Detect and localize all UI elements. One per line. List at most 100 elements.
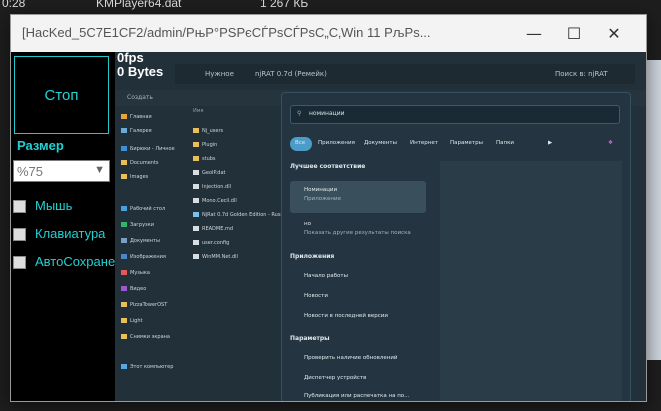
app-result: Новости [304, 293, 328, 299]
folder-icon [121, 114, 127, 119]
file-row: Mono.Cecil.dll [193, 198, 237, 204]
result-preview-pane [440, 161, 622, 401]
title-bar[interactable]: [HacKed_5C7E1CF2/admin/РњР°РЅРєСЃРѕСЃРѕС… [11, 15, 646, 52]
computer-icon [121, 364, 127, 369]
breadcrumb-2: njRAT 0.7d (Ремейк) [255, 70, 327, 78]
maximize-button[interactable]: ☐ [554, 15, 594, 52]
nav-item: Бирюки - Личное [121, 146, 175, 152]
column-header-name: Имя [193, 108, 204, 114]
nav-item: Этот компьютер [121, 364, 173, 370]
bg-file-size: 1 267 КБ [260, 0, 309, 10]
maximize-icon: ☐ [566, 24, 582, 43]
bg-file-name: KMPlayer64.dat [96, 0, 182, 10]
search-icon: ⚲ [297, 110, 302, 117]
cloud-icon [121, 146, 127, 151]
nav-item: Документы [121, 238, 160, 244]
desktop-icon [121, 206, 127, 211]
nav-item: Images [121, 174, 148, 180]
nav-item: Галерея [121, 128, 152, 134]
file-row: WinMM.Net.dll [193, 254, 238, 260]
best-match-header: Лучшее соответствие [290, 163, 366, 170]
video-icon [121, 286, 127, 291]
web-result-sub: Показать другие результаты поиска [304, 230, 411, 236]
search-results: Лучшее соответствие Номинации Приложение… [290, 163, 440, 401]
chip-web: Интернет [410, 140, 438, 146]
folder-icon [121, 318, 127, 323]
nav-item: Рабочий стол [121, 206, 165, 212]
chip-docs: Документы [364, 140, 397, 146]
chip-apps: Приложения [318, 140, 355, 146]
web-result-title: но [304, 221, 311, 227]
download-icon [121, 222, 127, 227]
apps-header: Приложения [290, 253, 335, 260]
copilot-icon: ❖ [608, 140, 613, 146]
param-result: Проверить наличие обновлений [304, 355, 398, 361]
app-result: Новости в последней версии [304, 313, 388, 319]
checkbox-box[interactable] [13, 256, 26, 270]
remote-desktop-window: [HacKed_5C7E1CF2/admin/РњР°РЅРєСЃРѕСЃРѕС… [10, 14, 647, 402]
nav-item: Изображения [121, 254, 166, 260]
file-row: stubs [193, 156, 216, 162]
file-icon [193, 170, 199, 175]
app-result: Начало работы [304, 273, 348, 279]
folder-icon [193, 156, 199, 161]
remote-screen[interactable]: 0fps 0 Bytes Нужное njRAT 0.7d (Ремейк) … [115, 52, 646, 401]
best-match-sub: Приложение [304, 196, 341, 202]
checkbox-box[interactable] [13, 228, 26, 242]
stop-button[interactable]: Стоп [14, 56, 109, 134]
chevron-down-icon: ▼ [94, 164, 105, 176]
windows-search-panel: ⚲ номинации Все Приложения Документы Инт… [281, 92, 631, 401]
window-title: [HacKed_5C7E1CF2/admin/РњР°РЅРєСЃРѕСЃРѕС… [22, 25, 431, 40]
control-panel: Стоп Размер %75 ▼ Мышь Клавиатура АвтоСо… [11, 52, 115, 401]
document-icon [121, 238, 127, 243]
param-result: Публикация или распечатка на по... [304, 393, 410, 399]
client-area: Стоп Размер %75 ▼ Мышь Клавиатура АвтоСо… [11, 52, 646, 401]
explorer-search: Поиск в: njRAT [555, 70, 608, 78]
file-icon [193, 254, 199, 259]
explorer-file-list: Имя Nj_users Plugin stubs GeoIP.dat Inje… [193, 108, 293, 394]
stream-stats: 0fps 0 Bytes [117, 52, 163, 79]
checkbox-box[interactable] [13, 200, 26, 214]
bytes-readout: 0 Bytes [117, 64, 164, 79]
size-label: Размер [17, 138, 64, 153]
bg-time: 0:28 [2, 0, 26, 10]
nav-item: Главная [121, 114, 152, 120]
search-input: ⚲ номинации [290, 105, 620, 124]
chip-settings: Параметры [450, 140, 483, 146]
search-query: номинации [309, 110, 345, 117]
file-icon [193, 240, 199, 245]
file-icon [193, 198, 199, 203]
minimize-icon: — [526, 24, 542, 43]
file-row: NjRat 0.7d Golden Edition - Russian [193, 212, 291, 218]
app-icon [193, 212, 199, 217]
nav-item: Музыка [121, 270, 150, 276]
autosave-label: АвтоСохране [35, 254, 116, 269]
explorer-address-bar: Нужное njRAT 0.7d (Ремейк) Поиск в: njRA… [175, 64, 635, 84]
size-combobox[interactable]: %75 ▼ [13, 160, 110, 182]
close-icon: ✕ [607, 24, 621, 43]
nav-item: Видео [121, 286, 146, 292]
best-match-title: Номинации [304, 187, 338, 193]
breadcrumb-1: Нужное [205, 70, 234, 78]
more-icon: ▶ [548, 140, 553, 146]
folder-icon [193, 142, 199, 147]
file-row: user.config [193, 240, 229, 246]
nav-item: Снимки экрана [121, 334, 170, 340]
file-row: README.md [193, 226, 233, 232]
explorer-nav-pane: Главная Галерея Бирюки - Личное Document… [121, 114, 191, 394]
folder-icon [193, 128, 199, 133]
folder-icon [121, 174, 127, 179]
nav-item: Загрузки [121, 222, 154, 228]
image-icon [121, 254, 127, 259]
params-header: Параметры [290, 335, 330, 342]
file-row: Plugin [193, 142, 217, 148]
background-desktop: 0:28 KMPlayer64.dat 1 267 КБ [0, 0, 661, 14]
chip-all: Все [295, 140, 306, 146]
minimize-button[interactable]: — [514, 15, 554, 52]
folder-icon [121, 302, 127, 307]
close-button[interactable]: ✕ [594, 15, 634, 52]
folder-icon [121, 160, 127, 165]
create-button: Создать [127, 94, 153, 101]
folder-icon [121, 334, 127, 339]
nav-item: Documents [121, 160, 159, 166]
